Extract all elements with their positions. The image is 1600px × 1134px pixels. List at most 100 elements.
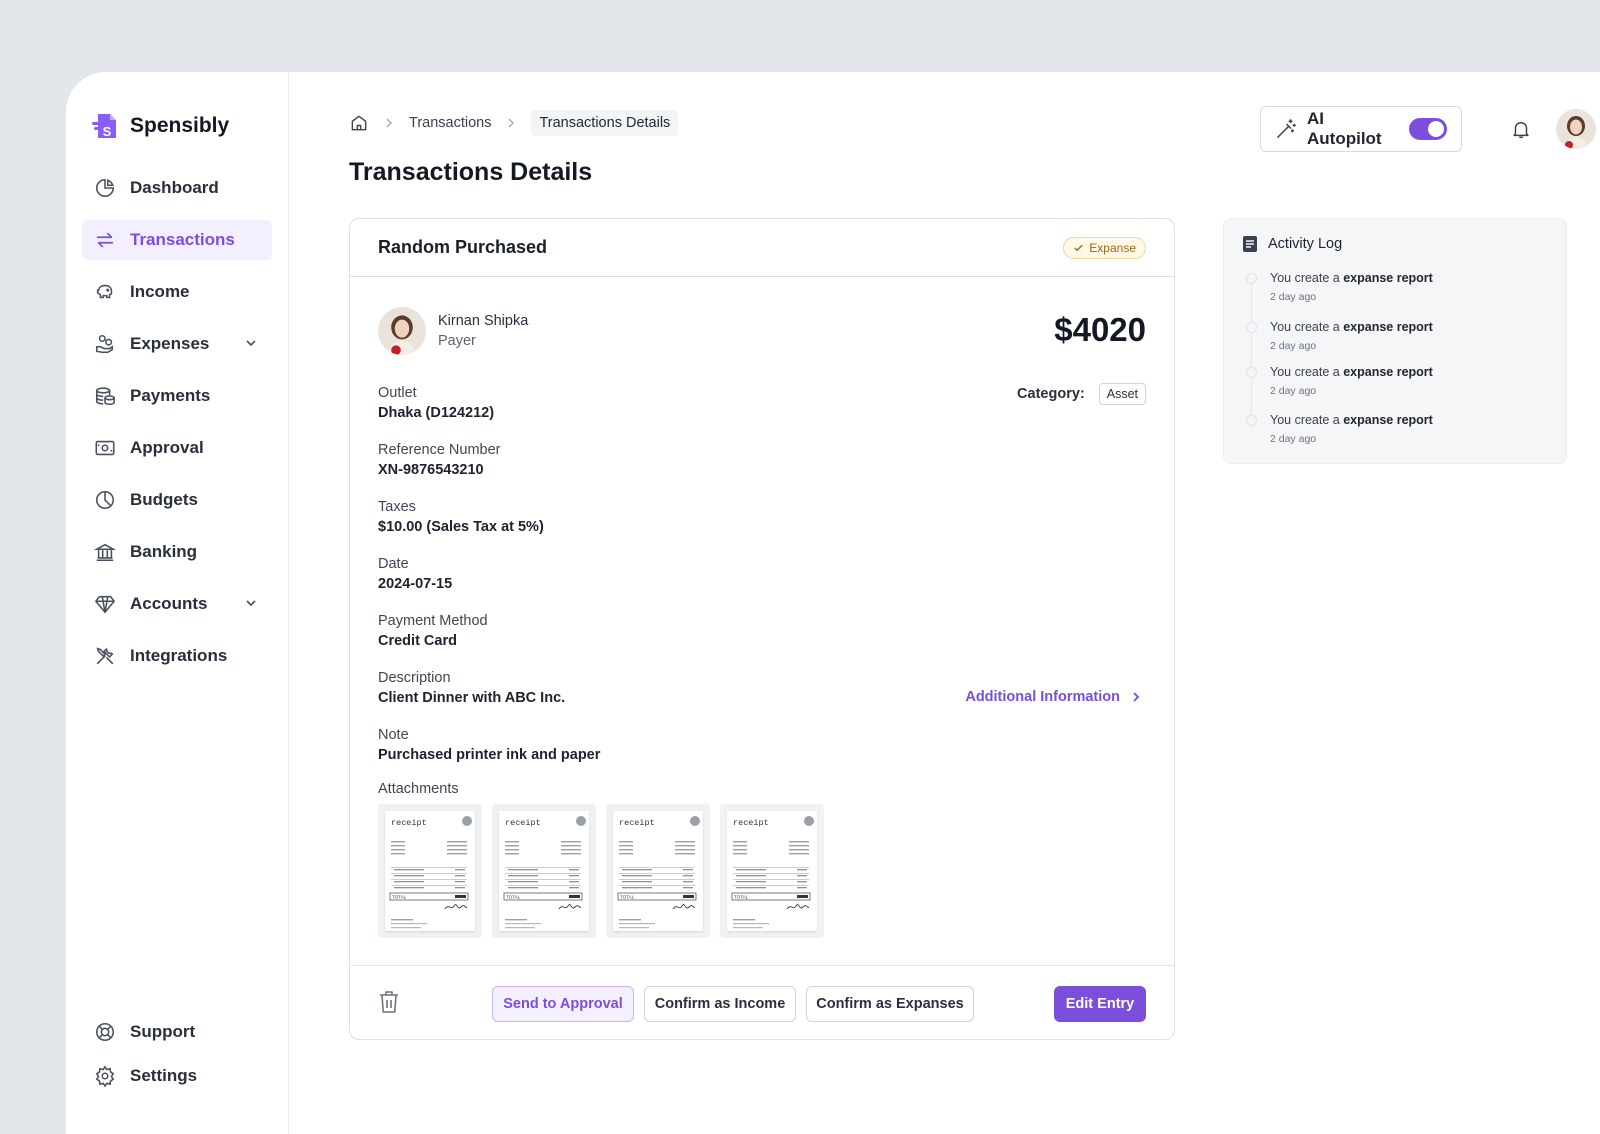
sidebar-item-transactions[interactable]: Transactions: [82, 220, 272, 260]
payer-name: Kirnan Shipka: [438, 313, 529, 329]
field-reference-number: Reference Number XN-9876543210: [378, 442, 600, 499]
sidebar-item-label: Accounts: [130, 594, 208, 613]
sidebar-item-label: Budgets: [130, 490, 198, 509]
piggy-bank-icon: [94, 281, 116, 303]
transaction-card: Random Purchased Expanse Kirnan Shipka P…: [349, 218, 1175, 1040]
field-label: Description: [378, 670, 451, 686]
confirm-as-income-button[interactable]: Confirm as Income: [644, 986, 796, 1022]
chevron-right-icon: [508, 118, 515, 128]
svg-text:receipt: receipt: [391, 818, 427, 828]
bell-icon[interactable]: [1510, 118, 1532, 140]
additional-information-link[interactable]: Additional Information: [965, 689, 1142, 705]
sidebar-bottom-nav: Support Settings: [82, 1012, 272, 1100]
sidebar-item-payments[interactable]: Payments: [82, 376, 272, 416]
type-badge-label: Expanse: [1089, 240, 1136, 255]
app-window: S Spensibly Dashboard Transactions Incom…: [66, 72, 1600, 1134]
trash-icon[interactable]: [378, 990, 400, 1014]
ai-autopilot-switch[interactable]: [1409, 118, 1447, 140]
svg-text:TOTAL: TOTAL: [392, 895, 407, 900]
sidebar: S Spensibly Dashboard Transactions Incom…: [66, 72, 289, 1134]
field-date: Date 2024-07-15: [378, 556, 600, 613]
ai-autopilot-toggle[interactable]: AI Autopilot: [1260, 106, 1462, 152]
sidebar-item-dashboard[interactable]: Dashboard: [82, 168, 272, 208]
sidebar-item-label: Support: [130, 1022, 196, 1041]
svg-text:TOTAL: TOTAL: [620, 895, 635, 900]
transaction-amount: $4020: [1054, 311, 1146, 348]
attachments-list: receipt TOTAL receipt TOTAL receipt TOTA…: [378, 804, 824, 938]
sidebar-item-integrations[interactable]: Integrations: [82, 636, 272, 676]
logo-icon: S: [92, 114, 116, 139]
send-to-approval-button[interactable]: Send to Approval: [492, 986, 634, 1022]
activity-time: 2 day ago: [1270, 433, 1317, 445]
sidebar-item-label: Banking: [130, 542, 198, 561]
attachment-thumbnail[interactable]: receipt TOTAL: [720, 804, 824, 938]
field-outlet: Outlet Dhaka (D124212): [378, 385, 600, 442]
breadcrumb-current: Transactions Details: [531, 110, 679, 136]
breadcrumb: Transactions Transactions Details: [349, 110, 679, 136]
field-taxes: Taxes $10.00 (Sales Tax at 5%): [378, 499, 600, 556]
sidebar-item-expenses[interactable]: Expenses: [82, 324, 272, 364]
sidebar-item-budgets[interactable]: Budgets: [82, 480, 272, 520]
payer-info: Kirnan Shipka Payer: [378, 307, 528, 355]
timeline-dot: [1246, 367, 1257, 378]
sidebar-item-approval[interactable]: Approval: [82, 428, 272, 468]
confirm-as-expanses-button[interactable]: Confirm as Expanses: [806, 986, 974, 1022]
sidebar-item-label: Transactions: [130, 230, 235, 249]
attachment-thumbnail[interactable]: receipt TOTAL: [492, 804, 596, 938]
attachments-label: Attachments: [378, 781, 459, 797]
activity-item: You create a expanse report 2 day ago: [1246, 320, 1433, 352]
sidebar-item-banking[interactable]: Banking: [82, 532, 272, 572]
pie-chart-icon: [94, 489, 116, 511]
payer-avatar: [378, 307, 426, 355]
transaction-title: Random Purchased: [378, 237, 548, 257]
activity-item: You create a expanse report 2 day ago: [1246, 271, 1433, 303]
user-avatar[interactable]: [1556, 109, 1596, 149]
field-label: Outlet: [378, 385, 417, 401]
activity-time: 2 day ago: [1270, 291, 1317, 303]
home-icon[interactable]: [349, 113, 369, 133]
svg-text:receipt: receipt: [619, 818, 655, 828]
card-footer: Send to Approval Confirm as Income Confi…: [350, 965, 1174, 1039]
breadcrumb-link-transactions[interactable]: Transactions: [409, 115, 491, 131]
sidebar-item-label: Approval: [130, 438, 204, 457]
sidebar-nav: Dashboard Transactions Income Expenses P…: [82, 168, 272, 688]
sidebar-item-label: Payments: [130, 386, 211, 405]
sidebar-item-accounts[interactable]: Accounts: [82, 584, 272, 624]
main-content: Transactions Transactions Details Transa…: [289, 72, 1600, 1134]
activity-item: You create a expanse report 2 day ago: [1246, 365, 1433, 397]
chevron-down-icon[interactable]: [244, 336, 258, 350]
payer-role: Payer: [438, 333, 476, 349]
field-label: Date: [378, 556, 409, 572]
type-badge: Expanse: [1063, 236, 1146, 259]
additional-information-label: Additional Information: [965, 689, 1120, 705]
activity-log-title: Activity Log: [1268, 236, 1343, 252]
field-value: Client Dinner with ABC Inc.: [378, 690, 566, 706]
sidebar-item-settings[interactable]: Settings: [82, 1056, 272, 1096]
lifebuoy-icon: [94, 1021, 116, 1043]
timeline-dot: [1246, 322, 1257, 333]
coins-icon: [94, 385, 116, 407]
svg-text:receipt: receipt: [733, 818, 769, 828]
receipt-image: receipt TOTAL: [613, 811, 703, 931]
timeline-dot: [1246, 415, 1257, 426]
topbar-actions: AI Autopilot: [1260, 106, 1600, 152]
sidebar-item-support[interactable]: Support: [82, 1012, 272, 1052]
field-payment-method: Payment Method Credit Card: [378, 613, 600, 670]
sidebar-item-income[interactable]: Income: [82, 272, 272, 312]
attachment-thumbnail[interactable]: receipt TOTAL: [606, 804, 710, 938]
expenses-icon: [94, 333, 116, 355]
edit-entry-button[interactable]: Edit Entry: [1054, 986, 1146, 1022]
avatar-image: [1556, 109, 1596, 149]
field-value: $10.00 (Sales Tax at 5%): [378, 519, 544, 535]
category-tag[interactable]: Asset: [1098, 383, 1146, 405]
gear-icon: [94, 1065, 116, 1087]
sidebar-item-label: Dashboard: [130, 178, 219, 197]
activity-text: You create a expanse report: [1270, 413, 1433, 427]
activity-time: 2 day ago: [1270, 385, 1317, 397]
field-note: Note Purchased printer ink and paper: [378, 727, 600, 784]
chevron-down-icon[interactable]: [244, 596, 258, 610]
logo[interactable]: S Spensibly: [90, 110, 229, 142]
svg-text:S: S: [103, 124, 112, 139]
category-label: Category:: [1017, 386, 1085, 402]
attachment-thumbnail[interactable]: receipt TOTAL: [378, 804, 482, 938]
